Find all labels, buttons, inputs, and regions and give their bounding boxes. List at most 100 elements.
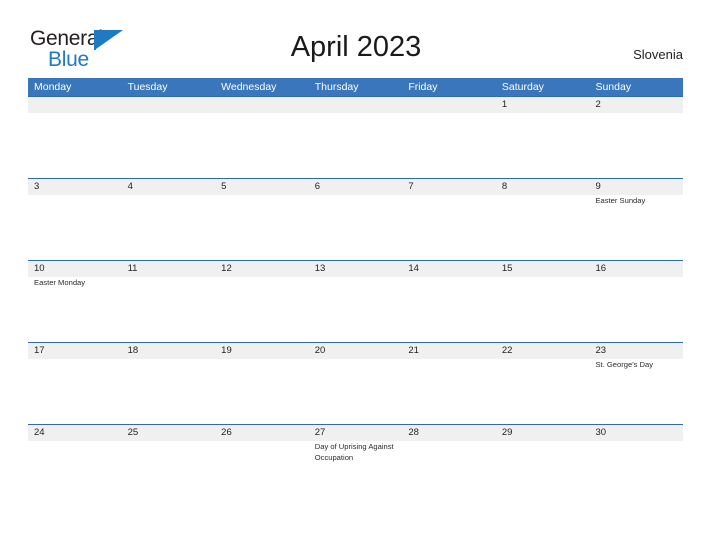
day-number[interactable]: 1 — [496, 97, 590, 113]
calendar-grid: Monday Tuesday Wednesday Thursday Friday… — [28, 78, 683, 506]
day-number[interactable]: 13 — [309, 261, 403, 277]
day-cell[interactable] — [122, 113, 216, 177]
day-number[interactable] — [122, 97, 216, 113]
day-cell[interactable] — [28, 441, 122, 505]
day-cell[interactable] — [309, 195, 403, 259]
event-label: Easter Sunday — [595, 196, 646, 205]
day-cell[interactable] — [402, 113, 496, 177]
day-number[interactable]: 10 — [28, 261, 122, 277]
day-number[interactable]: 29 — [496, 425, 590, 441]
day-number[interactable]: 20 — [309, 343, 403, 359]
event-label: St. George's Day — [595, 360, 654, 369]
day-number[interactable]: 16 — [589, 261, 683, 277]
day-cell[interactable] — [215, 441, 309, 505]
weekday-header-thursday: Thursday — [314, 81, 359, 93]
day-cell[interactable] — [309, 277, 403, 341]
day-number[interactable]: 17 — [28, 343, 122, 359]
day-cell[interactable]: Day of Uprising Against Occupation — [309, 441, 403, 505]
day-number[interactable]: 18 — [122, 343, 216, 359]
day-cell[interactable] — [215, 195, 309, 259]
day-cell[interactable] — [215, 277, 309, 341]
day-cell[interactable] — [402, 195, 496, 259]
day-cell[interactable] — [309, 359, 403, 423]
day-number[interactable]: 30 — [589, 425, 683, 441]
day-cell[interactable] — [496, 277, 590, 341]
page-title: April 2023 — [290, 31, 422, 63]
day-cell[interactable] — [215, 113, 309, 177]
day-number[interactable] — [309, 97, 403, 113]
day-number[interactable]: 14 — [402, 261, 496, 277]
weekday-header-sunday: Sunday — [595, 81, 632, 93]
day-number[interactable] — [215, 97, 309, 113]
week-row: 24 25 26 27 28 29 30 Day of Uprising Aga… — [28, 424, 683, 506]
week-day-number-strip: 10 11 12 13 14 15 16 — [28, 261, 683, 277]
day-cell[interactable]: Easter Monday — [28, 277, 122, 341]
day-cell[interactable] — [589, 113, 683, 177]
region-label: Slovenia — [633, 47, 683, 62]
day-number[interactable]: 22 — [496, 343, 590, 359]
day-number[interactable]: 6 — [309, 179, 403, 195]
week-event-strip: Easter Monday — [28, 277, 683, 341]
day-number[interactable]: 28 — [402, 425, 496, 441]
day-cell[interactable] — [402, 359, 496, 423]
day-number[interactable]: 24 — [28, 425, 122, 441]
day-number[interactable]: 9 — [589, 179, 683, 195]
day-cell[interactable] — [496, 359, 590, 423]
week-day-number-strip: 24 25 26 27 28 29 30 — [28, 425, 683, 441]
day-number[interactable] — [28, 97, 122, 113]
day-number[interactable]: 11 — [122, 261, 216, 277]
day-cell[interactable] — [589, 441, 683, 505]
day-number[interactable]: 2 — [589, 97, 683, 113]
day-cell[interactable] — [122, 441, 216, 505]
day-number[interactable]: 4 — [122, 179, 216, 195]
day-cell[interactable] — [122, 359, 216, 423]
event-label: Day of Uprising Against Occupation — [314, 442, 394, 462]
weekday-header-wednesday: Wednesday — [221, 81, 277, 93]
week-row: 3 4 5 6 7 8 9 Easter Sunday — [28, 178, 683, 260]
page-header: General Blue April 2023 Slovenia — [0, 0, 712, 78]
week-day-number-strip: 3 4 5 6 7 8 9 — [28, 179, 683, 195]
week-row: 17 18 19 20 21 22 23 St. George's Day — [28, 342, 683, 424]
day-cell[interactable] — [402, 441, 496, 505]
day-number[interactable]: 3 — [28, 179, 122, 195]
day-number[interactable]: 5 — [215, 179, 309, 195]
week-day-number-strip: 17 18 19 20 21 22 23 — [28, 343, 683, 359]
day-cell[interactable] — [496, 113, 590, 177]
event-label: Easter Monday — [34, 278, 86, 287]
week-row: 1 2 — [28, 96, 683, 178]
day-cell[interactable] — [215, 359, 309, 423]
day-number[interactable] — [402, 97, 496, 113]
day-number[interactable]: 21 — [402, 343, 496, 359]
day-number[interactable]: 12 — [215, 261, 309, 277]
day-number[interactable]: 23 — [589, 343, 683, 359]
week-event-strip: St. George's Day — [28, 359, 683, 423]
day-cell[interactable] — [402, 277, 496, 341]
weekday-header-friday: Friday — [408, 81, 438, 93]
day-number[interactable]: 7 — [402, 179, 496, 195]
week-row: 10 11 12 13 14 15 16 Easter Monday — [28, 260, 683, 342]
day-cell[interactable] — [122, 277, 216, 341]
day-cell[interactable] — [28, 113, 122, 177]
day-number[interactable]: 19 — [215, 343, 309, 359]
day-cell[interactable] — [496, 195, 590, 259]
day-number[interactable]: 27 — [309, 425, 403, 441]
day-cell[interactable] — [309, 113, 403, 177]
week-event-strip: Easter Sunday — [28, 195, 683, 259]
day-cell[interactable]: St. George's Day — [589, 359, 683, 423]
day-cell[interactable] — [122, 195, 216, 259]
day-cell[interactable] — [496, 441, 590, 505]
week-day-number-strip: 1 2 — [28, 97, 683, 113]
day-cell[interactable] — [589, 277, 683, 341]
week-event-strip: Day of Uprising Against Occupation — [28, 441, 683, 505]
day-cell[interactable] — [28, 195, 122, 259]
day-number[interactable]: 26 — [215, 425, 309, 441]
day-number[interactable]: 25 — [122, 425, 216, 441]
day-cell[interactable] — [28, 359, 122, 423]
weekday-header-saturday: Saturday — [501, 81, 544, 93]
day-number[interactable]: 15 — [496, 261, 590, 277]
day-cell[interactable]: Easter Sunday — [589, 195, 683, 259]
weekday-header-row: Monday Tuesday Wednesday Thursday Friday… — [28, 78, 683, 96]
weekday-header-monday: Monday — [34, 81, 72, 93]
day-number[interactable]: 8 — [496, 179, 590, 195]
week-event-strip — [28, 113, 683, 177]
